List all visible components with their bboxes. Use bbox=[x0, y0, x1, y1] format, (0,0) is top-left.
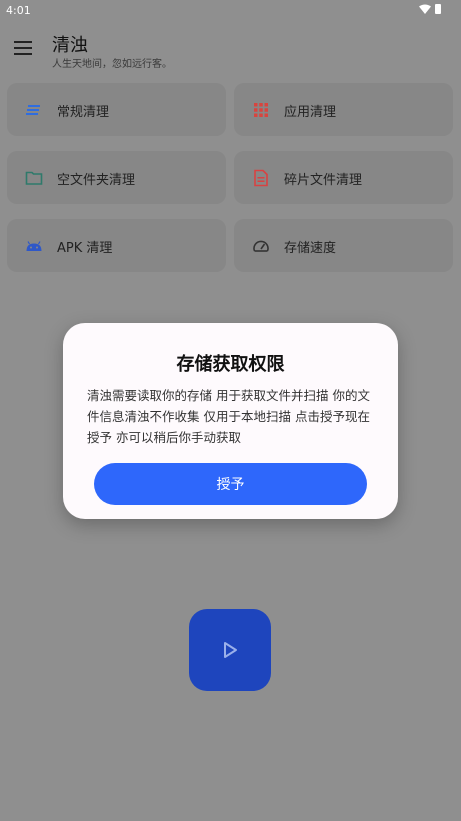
permission-dialog: 存储获取权限 清浊需要读取你的存储 用于获取文件并扫描 你的文件信息清浊不作收集… bbox=[63, 323, 398, 519]
menu-icon[interactable] bbox=[14, 41, 32, 55]
folder-icon bbox=[25, 171, 43, 185]
dialog-title: 存储获取权限 bbox=[176, 354, 285, 375]
dialog-body: 清浊需要读取你的存储 用于获取文件并扫描 你的文件信息清浊不作收集 仅用于本地扫… bbox=[87, 388, 370, 445]
app-title: 清浊 bbox=[52, 35, 88, 56]
status-bar: 4:01 bbox=[0, 0, 461, 22]
wifi-icon bbox=[419, 4, 431, 14]
card-fragment-file-clean[interactable]: 碎片文件清理 bbox=[234, 151, 453, 204]
card-label: 碎片文件清理 bbox=[284, 173, 363, 188]
card-label: 应用清理 bbox=[284, 105, 337, 120]
android-icon bbox=[26, 241, 42, 251]
card-apk-clean[interactable]: APK 清理 bbox=[7, 219, 226, 272]
card-label: 空文件夹清理 bbox=[57, 173, 136, 188]
card-regular-clean[interactable]: 常规清理 bbox=[7, 83, 226, 136]
battery-icon bbox=[435, 4, 441, 14]
system-icons bbox=[419, 4, 441, 14]
list-lines-icon bbox=[26, 105, 40, 115]
status-time: 4:01 bbox=[6, 4, 31, 17]
app-subtitle: 人生天地间，忽如远行客。 bbox=[52, 59, 172, 70]
apps-grid-icon bbox=[254, 103, 268, 117]
card-empty-folder-clean[interactable]: 空文件夹清理 bbox=[7, 151, 226, 204]
card-app-clean[interactable]: 应用清理 bbox=[234, 83, 453, 136]
card-label: APK 清理 bbox=[57, 241, 113, 256]
speedometer-icon bbox=[253, 240, 269, 252]
card-storage-speed[interactable]: 存储速度 bbox=[234, 219, 453, 272]
play-icon bbox=[224, 642, 237, 658]
grant-button[interactable]: 授予 bbox=[94, 463, 367, 505]
card-label: 常规清理 bbox=[57, 105, 110, 120]
app-bar: 清浊 人生天地间，忽如远行客。 bbox=[0, 22, 461, 78]
card-label: 存储速度 bbox=[284, 241, 337, 256]
document-icon bbox=[254, 169, 268, 187]
start-scan-button[interactable] bbox=[189, 609, 271, 691]
